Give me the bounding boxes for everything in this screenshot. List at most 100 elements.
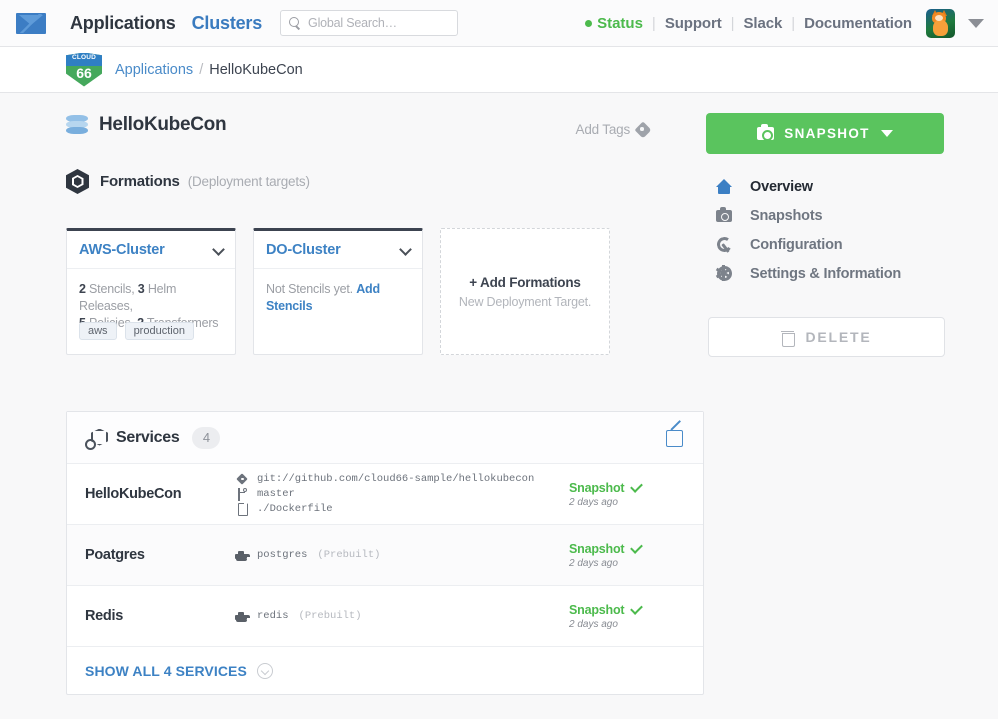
logo-number-text: 66 xyxy=(76,64,92,81)
check-icon xyxy=(630,601,644,615)
hexagon-icon xyxy=(66,169,89,194)
status-timestamp: 2 days ago xyxy=(569,557,618,569)
nav-separator: | xyxy=(730,14,735,32)
tag-pill[interactable]: production xyxy=(124,322,194,340)
edit-icon[interactable] xyxy=(666,428,685,447)
chevron-down-circle-icon[interactable] xyxy=(256,662,273,679)
formation-card-body: Not Stencils yet. Add Stencils xyxy=(254,269,422,315)
fox-face-icon xyxy=(935,14,943,21)
avatar[interactable] xyxy=(926,8,955,38)
chevron-down-icon xyxy=(880,130,893,137)
camera-icon xyxy=(714,206,734,222)
slack-link[interactable]: Slack xyxy=(744,15,783,32)
delete-button-label: DELETE xyxy=(805,329,872,345)
cloud66-logo-icon[interactable]: CLOUD 66 xyxy=(66,52,102,87)
delete-button[interactable]: DELETE xyxy=(708,317,945,357)
gear-icon xyxy=(714,264,734,281)
page-title: HelloKubeCon xyxy=(99,114,227,135)
home-icon xyxy=(714,179,734,194)
status-timestamp: 2 days ago xyxy=(569,496,618,508)
check-icon xyxy=(630,479,644,493)
service-status: Snapshot 2 days ago xyxy=(565,479,685,508)
formation-card-do[interactable]: DO-Cluster Not Stencils yet. Add Stencil… xyxy=(253,228,423,355)
sidebar-item-settings[interactable]: Settings & Information xyxy=(714,259,954,288)
formation-card-name: AWS-Cluster xyxy=(79,241,165,258)
service-status: Snapshot 2 days ago xyxy=(565,601,685,630)
service-name: Redis xyxy=(85,608,123,624)
wrench-icon xyxy=(714,237,734,253)
sidebar-item-label: Snapshots xyxy=(750,207,823,224)
documentation-link[interactable]: Documentation xyxy=(804,15,912,32)
services-title: Services xyxy=(116,428,180,446)
support-link[interactable]: Support xyxy=(665,15,722,32)
show-all-services-link[interactable]: SHOW ALL 4 SERVICES xyxy=(85,663,247,679)
service-image-note: (Prebuilt) xyxy=(298,610,362,622)
chevron-down-icon[interactable] xyxy=(968,18,984,28)
trash-icon xyxy=(781,330,796,347)
mail-icon[interactable] xyxy=(16,12,46,34)
status-badge: Snapshot xyxy=(569,601,685,617)
status-label: Snapshot xyxy=(569,541,625,556)
nav-clusters-link[interactable]: Clusters xyxy=(192,13,263,34)
formation-card-tags: aws production xyxy=(79,322,202,340)
docker-icon xyxy=(235,550,250,561)
formations-subtitle: (Deployment targets) xyxy=(187,174,310,189)
sidebar-item-overview[interactable]: Overview xyxy=(714,172,954,201)
service-detail-line: redis (Prebuilt) xyxy=(235,609,565,623)
service-node-icon xyxy=(85,428,106,450)
show-all-count: 4 xyxy=(163,662,172,679)
formation-card-header[interactable]: DO-Cluster xyxy=(254,231,422,269)
services-count-badge: 4 xyxy=(192,426,221,449)
global-search-placeholder: Global Search… xyxy=(308,16,397,30)
add-formations-card[interactable]: + Add Formations New Deployment Target. xyxy=(440,228,610,355)
page-title-row: HelloKubeCon xyxy=(66,114,227,136)
services-panel: Services 4 HelloKubeCon git://github.com… xyxy=(66,411,704,695)
service-name: Poatgres xyxy=(85,547,145,563)
formation-empty-state: Not Stencils yet. Add Stencils xyxy=(266,281,410,315)
top-navigation-bar: Applications Clusters Global Search… Sta… xyxy=(0,0,998,47)
chevron-down-icon[interactable] xyxy=(401,245,410,254)
status-badge: Snapshot xyxy=(569,540,685,556)
empty-text: Not Stencils yet. xyxy=(266,282,353,296)
status-timestamp: 2 days ago xyxy=(569,618,618,630)
nav-applications-link[interactable]: Applications xyxy=(70,13,176,34)
tag-icon xyxy=(637,122,652,137)
formation-card-aws[interactable]: AWS-Cluster 2 Stencils, 3 Helm Releases,… xyxy=(66,228,236,355)
service-status: Snapshot 2 days ago xyxy=(565,540,685,569)
service-image: postgres xyxy=(257,549,308,561)
check-icon xyxy=(630,540,644,554)
breadcrumb-separator: / xyxy=(199,61,204,78)
breadcrumb-applications-link[interactable]: Applications xyxy=(115,62,193,78)
add-tags-button[interactable]: Add Tags xyxy=(576,122,652,137)
add-tags-label: Add Tags xyxy=(575,122,631,137)
sidebar-item-label: Overview xyxy=(750,178,813,195)
formation-card-header[interactable]: AWS-Cluster xyxy=(67,231,235,269)
sidebar-item-snapshots[interactable]: Snapshots xyxy=(714,201,954,230)
status-label: Snapshot xyxy=(569,602,625,617)
nav-separator: | xyxy=(791,14,796,32)
file-icon xyxy=(235,502,250,516)
table-row[interactable]: HelloKubeCon git://github.com/cloud66-sa… xyxy=(67,464,703,525)
service-detail-line: master xyxy=(235,487,565,501)
nav-separator: | xyxy=(651,14,656,32)
chevron-down-icon[interactable] xyxy=(214,245,223,254)
layers-icon xyxy=(66,114,88,136)
service-detail-line: ./Dockerfile xyxy=(235,502,565,516)
table-row[interactable]: Redis redis (Prebuilt) Snapshot 2 days a… xyxy=(67,586,703,647)
sidebar-item-configuration[interactable]: Configuration xyxy=(714,230,954,259)
global-search-input[interactable]: Global Search… xyxy=(280,10,459,36)
status-badge: Snapshot xyxy=(569,479,685,495)
tag-pill[interactable]: aws xyxy=(79,322,117,340)
status-link[interactable]: Status xyxy=(585,15,643,32)
git-icon xyxy=(235,473,250,485)
snapshot-button[interactable]: SNAPSHOT xyxy=(706,113,944,154)
service-detail-line: postgres (Prebuilt) xyxy=(235,548,565,562)
status-dot-icon xyxy=(585,19,593,27)
show-all-suffix: SERVICES xyxy=(175,662,247,679)
search-icon xyxy=(289,16,302,30)
table-row[interactable]: Poatgres postgres (Prebuilt) Snapshot 2 … xyxy=(67,525,703,586)
service-dockerfile: ./Dockerfile xyxy=(257,503,333,515)
service-details: git://github.com/cloud66-sample/hellokub… xyxy=(235,471,565,517)
logo-cloud-text: CLOUD xyxy=(71,53,97,61)
side-menu: Overview Snapshots Configuration Setting… xyxy=(714,172,954,288)
